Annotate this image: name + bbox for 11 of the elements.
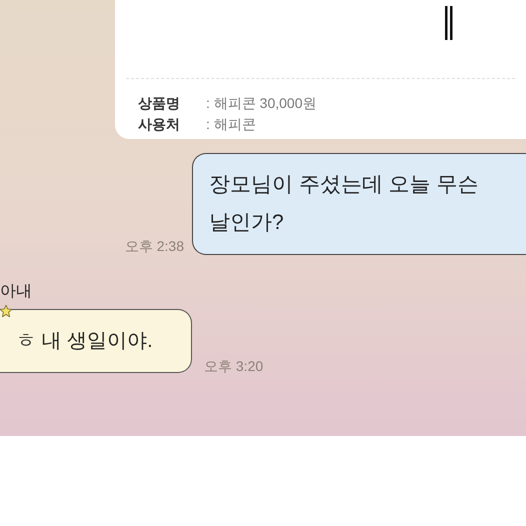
barcode-icon <box>445 6 453 40</box>
sender-name: 아내 <box>0 282 33 302</box>
star-icon <box>0 305 12 317</box>
field-value: : 해피콘 30,000원 <box>206 94 316 113</box>
field-label: 사용처 <box>138 115 181 134</box>
field-value: : 해피콘 <box>206 115 256 134</box>
field-label: 상품명 <box>138 94 181 113</box>
message-time: 오후 2:38 <box>124 237 184 256</box>
message-bubble: 장모님이 주셨는데 오늘 무슨 날인가? <box>192 153 526 255</box>
message-time: 오후 3:20 <box>204 357 264 376</box>
message-bubble: ㅎ 내 생일이야. <box>0 309 192 373</box>
